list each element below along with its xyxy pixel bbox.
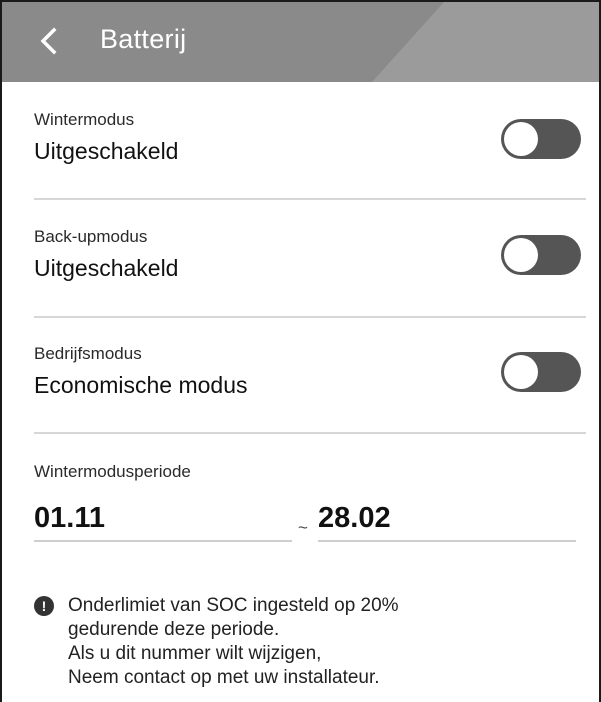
header-decoration [372, 2, 599, 82]
chevron-left-icon [40, 27, 57, 55]
wintermodus-toggle[interactable] [501, 119, 581, 159]
back-button[interactable] [24, 16, 74, 66]
info-line: Neem contact op met uw installateur. [68, 667, 380, 688]
app-screen: Batterij Wintermodus Uitgeschakeld Back-… [0, 0, 601, 702]
toggle-knob [504, 355, 538, 389]
period-start-field[interactable]: 01.11 [34, 502, 292, 542]
toggle-knob [504, 122, 538, 156]
info-note: Onderlimiet van SOC ingesteld op 20% ged… [68, 594, 399, 690]
page-title: Batterij [100, 24, 187, 54]
info-line: Onderlimiet van SOC ingesteld op 20% [68, 595, 399, 616]
info-line: Als u dit nummer wilt wijzigen, [68, 643, 322, 664]
bedrijfsmodus-toggle[interactable] [501, 352, 581, 392]
divider [34, 316, 586, 318]
toggle-knob [504, 238, 538, 272]
divider [34, 432, 586, 434]
backupmodus-toggle[interactable] [501, 235, 581, 275]
divider [34, 198, 586, 200]
setting-label: Wintermodus [34, 110, 135, 129]
exclamation-circle-icon: ! [34, 596, 54, 616]
period-end-field[interactable]: 28.02 [318, 502, 576, 542]
period-separator: ~ [298, 518, 308, 537]
info-line: gedurende deze periode. [68, 619, 280, 640]
period-label: Wintermodusperiode [34, 462, 191, 481]
app-header: Batterij [2, 2, 599, 82]
